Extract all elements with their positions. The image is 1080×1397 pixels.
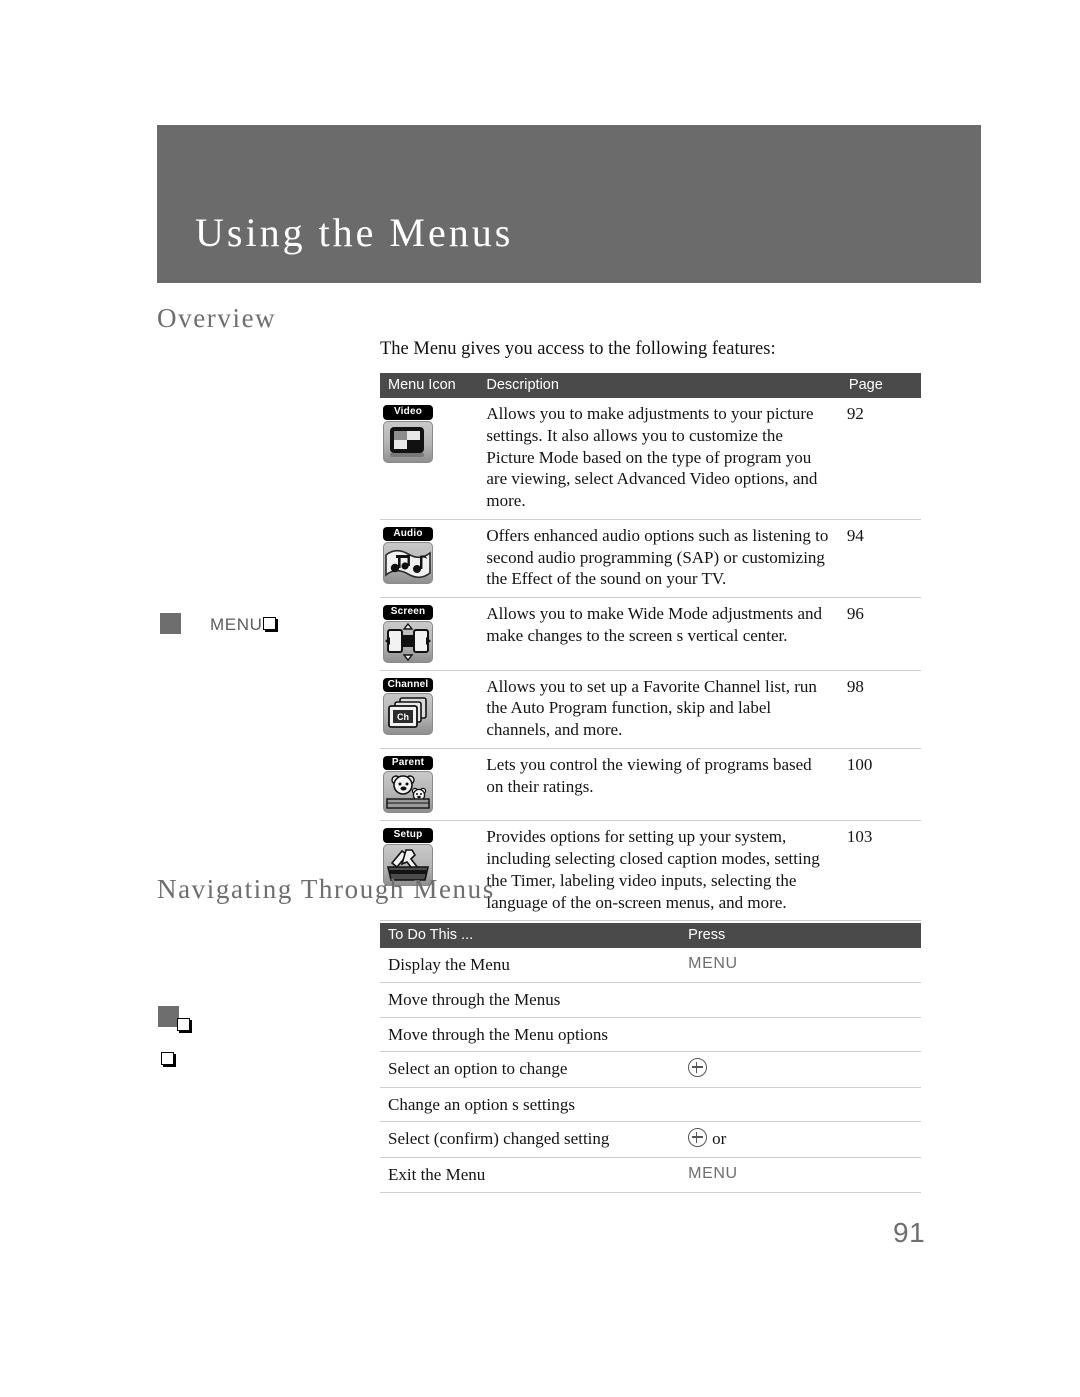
table-row: Parent Lets you control the viewing of p…	[380, 748, 921, 822]
page-cell: 103	[836, 820, 921, 922]
table-row: Display the Menu MENU	[380, 948, 921, 983]
svg-text:Ch: Ch	[397, 712, 409, 722]
description-cell: Allows you to set up a Favorite Channel …	[478, 670, 837, 749]
icon-cell: Screen	[380, 597, 479, 671]
overview-section-heading: Overview	[157, 303, 277, 333]
margin-menu-label: MENU	[210, 615, 277, 635]
press-cell	[676, 1051, 921, 1088]
video-menu-icon-art	[383, 420, 433, 463]
column-header-description: Description	[478, 373, 837, 398]
overview-intro-text: The Menu gives you access to the followi…	[380, 339, 776, 359]
page-cell: 100	[836, 748, 921, 822]
to-do-cell: Move through the Menu options	[380, 1017, 677, 1053]
table-row: Select (confirm) changed setting or	[380, 1121, 921, 1158]
channel-menu-icon: Channel Ch	[383, 677, 435, 735]
to-do-cell: Move through the Menus	[380, 982, 677, 1018]
audio-menu-icon-art	[383, 542, 433, 585]
screen-menu-icon-label: Screen	[383, 605, 433, 620]
icon-cell: Setup	[380, 820, 479, 922]
button-box-icon	[161, 1052, 174, 1065]
page-cell: 92	[836, 398, 921, 520]
table-row: Move through the Menus	[380, 982, 921, 1018]
table-row: Exit the Menu MENU	[380, 1157, 921, 1193]
button-box-icon	[263, 617, 277, 630]
description-cell: Allows you to make Wide Mode adjustments…	[478, 597, 837, 671]
press-cell: MENU	[676, 1157, 921, 1193]
parent-child-bear-icon	[386, 775, 430, 809]
press-cell: MENU	[676, 948, 921, 983]
description-cell: Allows you to make adjustments to your p…	[478, 398, 837, 520]
music-note-icon	[385, 550, 431, 579]
to-do-cell: Select (confirm) changed setting	[380, 1121, 677, 1158]
column-header-press: Press	[676, 923, 921, 948]
press-cell	[676, 1017, 921, 1053]
table-row: Screen Allows you to make Wide Mode adju…	[380, 597, 921, 671]
screen-menu-icon-art	[383, 620, 433, 663]
press-or-label: or	[712, 1129, 727, 1149]
navigate-table: To Do This ... Press Display the Menu ME…	[380, 923, 921, 1193]
margin-marker-square-lower	[158, 1006, 179, 1027]
icon-cell: Channel Ch	[380, 670, 479, 749]
icon-cell: Audio	[380, 519, 479, 599]
audio-menu-icon-label: Audio	[383, 526, 433, 542]
margin-marker-square-upper	[160, 613, 181, 634]
audio-menu-icon: Audio	[383, 526, 435, 585]
menu-icon-table: Menu Icon Description Page Video Allows …	[380, 373, 921, 922]
press-cell	[676, 982, 921, 1018]
press-cell: or	[676, 1121, 921, 1158]
channel-menu-icon-art: Ch	[383, 693, 433, 735]
circle-plus-icon	[688, 1058, 708, 1078]
video-icon-glyph	[390, 426, 424, 457]
column-header-to-do-this: To Do This ...	[380, 923, 677, 948]
column-header-menu-icon: Menu Icon	[380, 373, 479, 398]
to-do-cell: Select an option to change	[380, 1051, 677, 1088]
page-number: 91	[893, 1217, 926, 1248]
margin-menu-text: MENU	[210, 615, 263, 634]
parent-menu-icon-art	[383, 771, 433, 814]
table-row: Change an option s settings	[380, 1087, 921, 1123]
page-cell: 94	[836, 519, 921, 599]
setup-menu-icon-label: Setup	[383, 828, 433, 843]
table-row: Video Allows you to make adjustments to …	[380, 398, 921, 520]
table-header-row: Menu Icon Description Page	[380, 373, 921, 398]
description-cell: Lets you control the viewing of programs…	[478, 748, 837, 822]
press-cell	[676, 1087, 921, 1123]
channel-stack-icon: Ch	[388, 697, 427, 728]
chapter-title: Using the Menus	[195, 210, 514, 255]
page-cell: 96	[836, 597, 921, 671]
table-row: Setup Provides options for setting up yo…	[380, 820, 921, 922]
page-cell: 98	[836, 670, 921, 749]
navigating-section-heading: Navigating Through Menus	[157, 874, 495, 904]
table-row: Select an option to change	[380, 1051, 921, 1088]
to-do-cell: Display the Menu	[380, 948, 677, 983]
icon-cell: Parent	[380, 748, 479, 822]
to-do-cell: Change an option s settings	[380, 1087, 677, 1123]
table-row: Move through the Menu options	[380, 1017, 921, 1053]
description-cell: Provides options for setting up your sys…	[478, 820, 837, 922]
channel-menu-icon-label: Channel	[383, 677, 433, 692]
parent-menu-icon: Parent	[383, 755, 435, 814]
icon-cell: Video	[380, 398, 479, 520]
screen-menu-icon: Screen	[383, 605, 435, 663]
video-menu-icon: Video	[383, 405, 435, 463]
parent-menu-icon-label: Parent	[383, 755, 433, 771]
chapter-banner: Using the Menus	[157, 125, 981, 283]
screen-resize-icon	[385, 622, 431, 661]
to-do-cell: Exit the Menu	[380, 1157, 677, 1193]
table-row: Audio Offers enhanced audio options such…	[380, 519, 921, 599]
column-header-page: Page	[836, 373, 921, 398]
button-box-icon	[177, 1018, 190, 1031]
table-header-row: To Do This ... Press	[380, 923, 921, 948]
table-row: Channel Ch Allows you to set up a Favori…	[380, 670, 921, 749]
circle-plus-icon	[688, 1128, 708, 1148]
video-menu-icon-label: Video	[383, 405, 433, 420]
description-cell: Offers enhanced audio options such as li…	[478, 519, 837, 599]
